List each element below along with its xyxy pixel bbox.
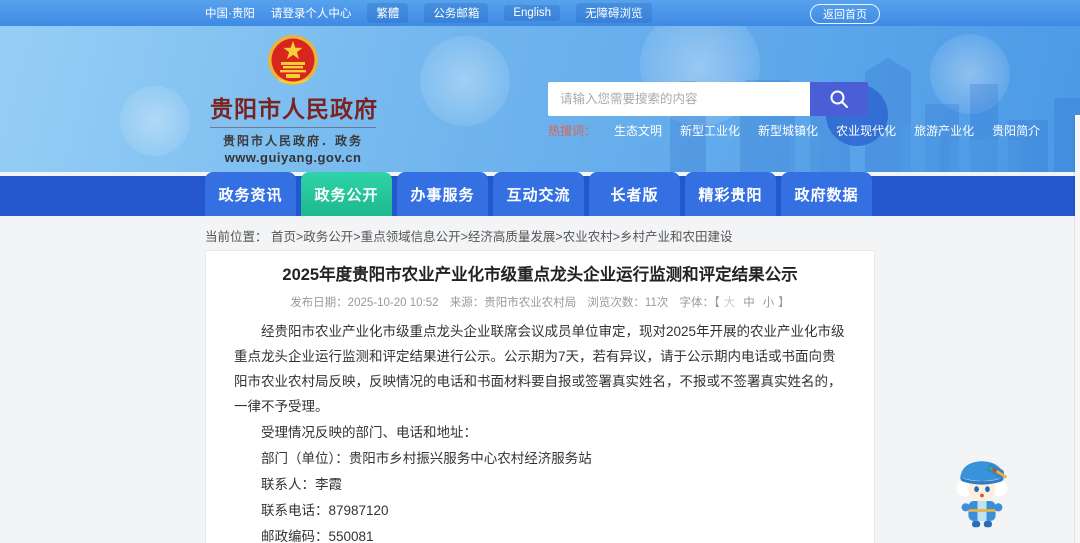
- article-paragraph: 联系人：李霞: [261, 477, 342, 492]
- bokeh-decoration: [420, 36, 510, 126]
- hot-word-link[interactable]: 旅游产业化: [914, 122, 974, 139]
- national-emblem-icon: [268, 35, 318, 85]
- font-size-large-button[interactable]: 大: [724, 297, 736, 309]
- nav-tab-zhengwu-zixun[interactable]: 政务资讯: [205, 172, 296, 216]
- site-logo[interactable]: 贵阳市人民政府 贵阳市人民政府．政务 www.guiyang.gov.cn: [210, 32, 378, 165]
- font-size-label: 字体：【: [679, 297, 720, 309]
- search-button[interactable]: [810, 82, 868, 116]
- site-subtitle: 贵阳市人民政府．政务: [210, 127, 376, 149]
- article-paragraph: 经贵阳市农业产业化市级重点龙头企业联席会议成员单位审定，现对2025年开展的农业…: [234, 324, 845, 414]
- nav-tab-zhengfu-shuju[interactable]: 政府数据: [781, 172, 872, 216]
- search-input[interactable]: [548, 82, 810, 116]
- main-navigation: 政务资讯 政务公开 办事服务 互动交流 长者版 精彩贵阳 政府数据: [0, 172, 1080, 216]
- link-login-personal-center[interactable]: 请登录个人中心: [271, 5, 352, 21]
- article-meta: 发布日期：2025-10-20 10:52 来源：贵阳市农业农村局 浏览次数：1…: [234, 294, 846, 310]
- link-china-guiyang[interactable]: 中国·贵阳: [205, 5, 255, 21]
- nav-tabs: 政务资讯 政务公开 办事服务 互动交流 长者版 精彩贵阳 政府数据: [205, 172, 872, 216]
- hot-word-link[interactable]: 新型工业化: [680, 122, 740, 139]
- view-count: 浏览次数：11次: [587, 297, 669, 309]
- site-title: 贵阳市人民政府: [210, 96, 378, 122]
- breadcrumb-path[interactable]: 首页>政务公开>重点领域信息公开>经济高质量发展>农业农村>乡村产业和农田建设: [271, 230, 733, 244]
- hot-words-label: 热搜词：: [548, 124, 597, 138]
- article-title: 2025年度贵阳市农业产业化市级重点龙头企业运行监测和评定结果公示: [282, 266, 798, 284]
- article-source: 来源：贵阳市农业农村局: [449, 297, 577, 309]
- publish-date: 发布日期：2025-10-20 10:52: [290, 297, 439, 309]
- nav-tab-zhangzheban[interactable]: 长者版: [589, 172, 680, 216]
- top-utility-bar: 中国·贵阳 请登录个人中心 繁體 公务邮箱 English 无障碍浏览 返回首页: [0, 0, 1080, 26]
- hot-search-words: 热搜词： 生态文明 新型工业化 新型城镇化 农业现代化 旅游产业化 贵阳简介: [548, 122, 1040, 139]
- article-body: 经贵阳市农业产业化市级重点龙头企业联席会议成员单位审定，现对2025年开展的农业…: [234, 319, 846, 543]
- article-paragraph: 联系电话：87987120: [261, 503, 389, 518]
- nav-tab-hudong-jiaoliu[interactable]: 互动交流: [493, 172, 584, 216]
- hot-word-link[interactable]: 贵阳简介: [992, 122, 1040, 139]
- link-accessibility[interactable]: 无障碍浏览: [576, 3, 652, 23]
- hot-word-link[interactable]: 新型城镇化: [758, 122, 818, 139]
- font-size-label-close: 】: [778, 297, 790, 309]
- article-paragraph: 部门（单位）：贵阳市乡村振兴服务中心农村经济服务站: [261, 451, 592, 466]
- bokeh-decoration: [120, 86, 190, 156]
- header-banner: 贵阳市人民政府 贵阳市人民政府．政务 www.guiyang.gov.cn 热搜…: [0, 26, 1080, 172]
- site-url: www.guiyang.gov.cn: [224, 150, 362, 165]
- article-paragraph: 邮政编码：550081: [261, 529, 374, 543]
- hot-word-link[interactable]: 生态文明: [614, 122, 662, 139]
- link-traditional-chinese[interactable]: 繁體: [367, 3, 409, 23]
- nav-tab-jingcai-guiyang[interactable]: 精彩贵阳: [685, 172, 776, 216]
- page-content: 当前位置： 首页>政务公开>重点领域信息公开>经济高质量发展>农业农村>乡村产业…: [0, 216, 1080, 543]
- search-icon: [830, 90, 848, 108]
- nav-tab-zhengwu-gongkai[interactable]: 政务公开: [301, 172, 392, 216]
- assistant-mascot[interactable]: [950, 452, 1014, 535]
- font-size-medium-button[interactable]: 中: [743, 297, 755, 309]
- hot-word-link[interactable]: 农业现代化: [836, 122, 896, 139]
- font-size-small-button[interactable]: 小: [763, 297, 775, 309]
- scrollbar[interactable]: [1075, 115, 1080, 543]
- breadcrumb-label: 当前位置：: [205, 230, 268, 244]
- nav-tab-banshi-fuwu[interactable]: 办事服务: [397, 172, 488, 216]
- link-official-mail[interactable]: 公务邮箱: [424, 3, 489, 23]
- mascot-icon: [956, 461, 1008, 528]
- article-card: 2025年度贵阳市农业产业化市级重点龙头企业运行监测和评定结果公示 发布日期：2…: [205, 250, 875, 543]
- link-english[interactable]: English: [504, 5, 561, 21]
- breadcrumb: 当前位置： 首页>政务公开>重点领域信息公开>经济高质量发展>农业农村>乡村产业…: [205, 226, 733, 245]
- search-bar: [548, 82, 868, 116]
- top-links: 中国·贵阳 请登录个人中心 繁體 公务邮箱 English 无障碍浏览: [205, 3, 652, 23]
- back-to-home-button[interactable]: 返回首页: [810, 4, 880, 24]
- article-paragraph: 受理情况反映的部门、电话和地址：: [261, 425, 477, 440]
